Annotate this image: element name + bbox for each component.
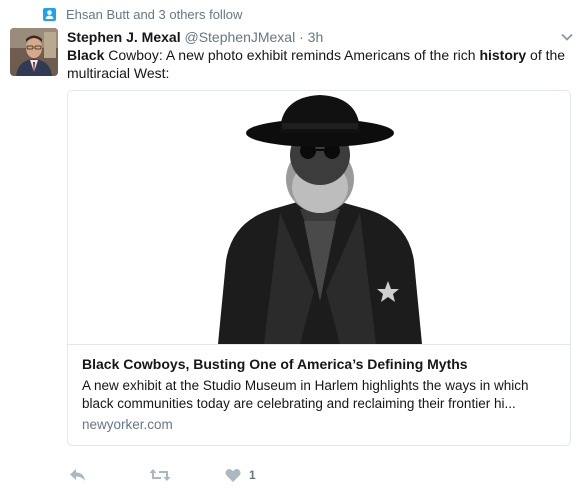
chevron-down-icon[interactable] — [560, 30, 574, 44]
avatar[interactable] — [10, 28, 58, 76]
card-description: A new exhibit at the Studio Museum in Ha… — [82, 378, 529, 411]
retweet-icon — [149, 467, 171, 483]
time-separator: · — [299, 29, 304, 45]
tweet-text-segment: Cowboy: A new photo exhibit reminds Amer… — [104, 47, 480, 63]
hashtag-history[interactable]: history — [479, 47, 526, 63]
card-domain[interactable]: newyorker.com — [82, 417, 173, 432]
tweet-timestamp[interactable]: 3h — [308, 29, 324, 45]
like-count[interactable]: 1 — [249, 468, 256, 482]
link-card[interactable]: Black Cowboys, Busting One of America’s … — [67, 90, 571, 446]
social-context-text[interactable]: Ehsan Butt and 3 others follow — [66, 7, 242, 22]
card-body[interactable]: Black Cowboys, Busting One of America’s … — [68, 344, 570, 445]
reply-icon — [69, 467, 87, 483]
person-follow-icon — [43, 7, 56, 21]
hashtag-black[interactable]: Black — [67, 47, 104, 63]
reply-button[interactable] — [69, 467, 87, 483]
author-handle[interactable]: @StephenJMexal — [184, 29, 295, 45]
like-button[interactable]: 1 — [225, 468, 256, 483]
retweet-button[interactable] — [149, 467, 171, 483]
author-name[interactable]: Stephen J. Mexal — [67, 29, 181, 45]
heart-icon — [225, 468, 241, 483]
tweet-header: Stephen J. Mexal @StephenJMexal · 3h — [67, 28, 323, 46]
card-image[interactable] — [68, 91, 570, 344]
social-context: Ehsan Butt and 3 others follow — [43, 6, 242, 22]
tweet-text: Black Cowboy: A new photo exhibit remind… — [67, 46, 567, 82]
card-title[interactable]: Black Cowboys, Busting One of America’s … — [82, 355, 557, 373]
tweet-actions: 1 — [67, 465, 256, 485]
